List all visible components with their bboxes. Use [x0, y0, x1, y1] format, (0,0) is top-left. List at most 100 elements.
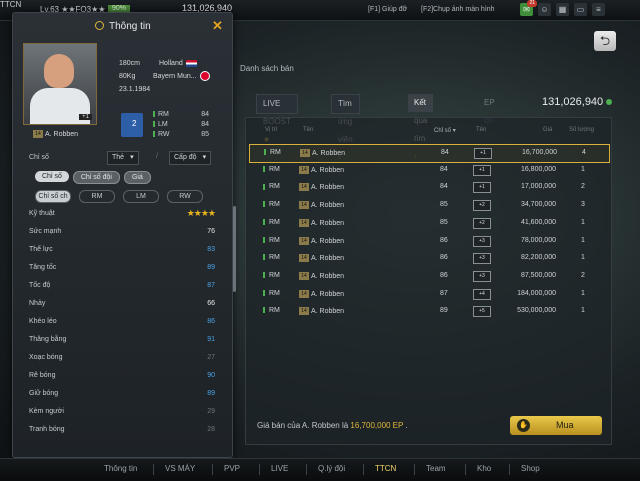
menu-icon[interactable]: ≡ [592, 3, 605, 16]
row-price: 16,700,000 [521, 149, 557, 156]
stat-value: 90 [207, 372, 215, 379]
table-row[interactable]: RM 14 A. Robben 86 +3 87,500,000 2 [249, 268, 608, 285]
buy-label: Mua [556, 420, 574, 430]
row-level: +1 [473, 182, 491, 194]
tab-find-candidates[interactable]: Tìm ứng viên › [331, 94, 360, 162]
stat-row: Thăng bằng 91 [29, 333, 219, 351]
buy-button[interactable]: ✋ Mua [510, 416, 602, 435]
table-row[interactable]: RM 14 A. Robben 89 +5 530,000,000 1 [249, 303, 608, 320]
filter-label: Chỉ số [29, 154, 49, 161]
nav-item[interactable]: VS MÁY [165, 464, 195, 473]
row-qty: 2 [581, 271, 585, 279]
search-icon [95, 21, 104, 30]
row-level: +3 [473, 270, 491, 282]
row-position: RM [263, 237, 280, 244]
row-name: 14 A. Robben [299, 307, 344, 316]
screenshot-hotkey[interactable]: [F2]Chụp ảnh màn hình [421, 6, 495, 13]
tab-rm[interactable]: RM [79, 190, 115, 203]
row-name: 14 A. Robben [299, 218, 344, 227]
table-row[interactable]: RM 14 A. Robben 86 +3 78,000,000 1 [249, 233, 608, 250]
stat-scrollbar[interactable] [233, 206, 236, 292]
player-card: +1 [23, 43, 97, 125]
season-badge: 14 [299, 218, 309, 227]
nav-item[interactable]: Thông tin [104, 464, 137, 473]
chat-icon[interactable]: ▭ [574, 3, 587, 16]
stat-name: Thăng bằng [29, 336, 67, 343]
table-row[interactable]: RM 14 A. Robben 86 +3 82,200,000 1 [249, 250, 608, 267]
calendar-icon[interactable]: ▦ [556, 3, 569, 16]
nav-item[interactable]: Shop [521, 464, 540, 473]
row-price: 87,500,000 [520, 271, 556, 279]
season-badge: 14 [299, 183, 309, 192]
stat-row: Nhảy 66 [29, 297, 219, 315]
player-photo [44, 54, 74, 88]
stat-value: 66 [207, 300, 215, 307]
people-icon[interactable]: ☺ [538, 3, 551, 16]
close-icon[interactable]: ✕ [212, 18, 223, 34]
row-level: +3 [473, 235, 491, 247]
stat-name: Tốc độ [29, 282, 51, 289]
row-qty: 1 [581, 218, 585, 226]
nav-item[interactable]: PVP [224, 464, 240, 473]
card-select[interactable]: Thẻ ▾ [107, 151, 139, 165]
tab-live-boost[interactable]: LIVE BOOST ★ [256, 94, 298, 144]
row-name: 14 A. Robben [299, 289, 344, 298]
nav-divider [509, 464, 510, 475]
col-header-qty: Số lượng [569, 127, 594, 133]
stat-name: Xoạc bóng [29, 354, 63, 361]
row-price: 16,800,000 [520, 165, 556, 173]
tab-stats[interactable]: Chỉ số [35, 171, 69, 182]
row-qty: 2 [581, 183, 585, 191]
stat-name: Nhảy [29, 300, 46, 307]
back-button[interactable]: ⮌ [594, 31, 616, 51]
mail-icon[interactable]: ✉ 21 [520, 0, 537, 16]
nav-item[interactable]: Team [426, 464, 446, 473]
nav-item[interactable]: Kho [477, 464, 491, 473]
stat-name: Khéo léo [29, 318, 57, 325]
nav-divider [363, 464, 364, 475]
nav-item[interactable]: Q.lý đội [318, 464, 345, 473]
nav-item[interactable]: LIVE [271, 464, 288, 473]
panel-title: Thông tin [109, 21, 151, 32]
nav-divider [306, 464, 307, 475]
season-badge: 14 [299, 201, 309, 210]
table-row[interactable]: RM 14 A. Robben 85 +2 34,700,000 3 [249, 197, 608, 214]
tab-rw[interactable]: RW [167, 190, 203, 203]
club: Bayern Mun... [153, 73, 197, 80]
stat-value: 89 [207, 390, 215, 397]
row-position: RM [263, 307, 280, 314]
netherlands-flag-icon [185, 59, 197, 67]
tab-team-stats[interactable]: Chỉ số đội [72, 171, 120, 184]
col-header-level: Tên [476, 127, 487, 133]
tab-search-results[interactable]: Kết quả tìm › [408, 94, 434, 161]
table-row[interactable]: RM 14 A. Robben 84 +1 17,000,000 2 [249, 179, 608, 196]
tab-price[interactable]: Giá [123, 171, 151, 184]
table-row[interactable]: RM 14 A. Robben 84 +1 16,700,000 4 [249, 144, 610, 163]
row-ovr: 86 [440, 271, 448, 279]
nation: Holland [159, 60, 183, 67]
row-ovr: 84 [440, 165, 448, 173]
stat-name: Sức mạnh [29, 228, 62, 235]
table-row[interactable]: RM 14 A. Robben 84 +1 16,800,000 1 [249, 162, 608, 179]
table-row[interactable]: RM 14 A. Robben 87 +4 184,000,000 1 [249, 286, 608, 303]
level-select[interactable]: Cấp độ ▾ [169, 151, 212, 165]
help-hotkey[interactable]: [F1] Giúp đỡ [368, 6, 407, 13]
stat-name: Thể lực [29, 246, 53, 253]
row-ovr: 86 [440, 236, 448, 244]
row-ovr: 84 [441, 149, 449, 156]
sell-list-label[interactable]: Danh sách bán [240, 64, 294, 73]
player-info-panel: Thông tin ✕ +1 14 A. Robben 180cm 80Kg 23… [12, 12, 236, 458]
row-name: 14 A. Robben [299, 165, 344, 174]
row-name: 14 A. Robben [299, 201, 344, 210]
tab-lm[interactable]: LM [123, 190, 159, 203]
nav-item[interactable]: TTCN [375, 464, 396, 473]
row-position: RM [263, 272, 280, 279]
position-tabs: Chỉ số ch RM LM RW [35, 190, 203, 203]
tab-main-stats[interactable]: Chỉ số ch [35, 190, 71, 203]
skill-stars: ★★★★ [186, 208, 216, 218]
row-name: 14 A. Robben [299, 236, 344, 245]
table-row[interactable]: RM 14 A. Robben 85 +2 41,600,000 1 [249, 215, 608, 232]
nav-divider [259, 464, 260, 475]
col-header-position: Vị trí [265, 127, 278, 133]
col-header-ovr[interactable]: Chỉ số ▾ [434, 127, 456, 134]
